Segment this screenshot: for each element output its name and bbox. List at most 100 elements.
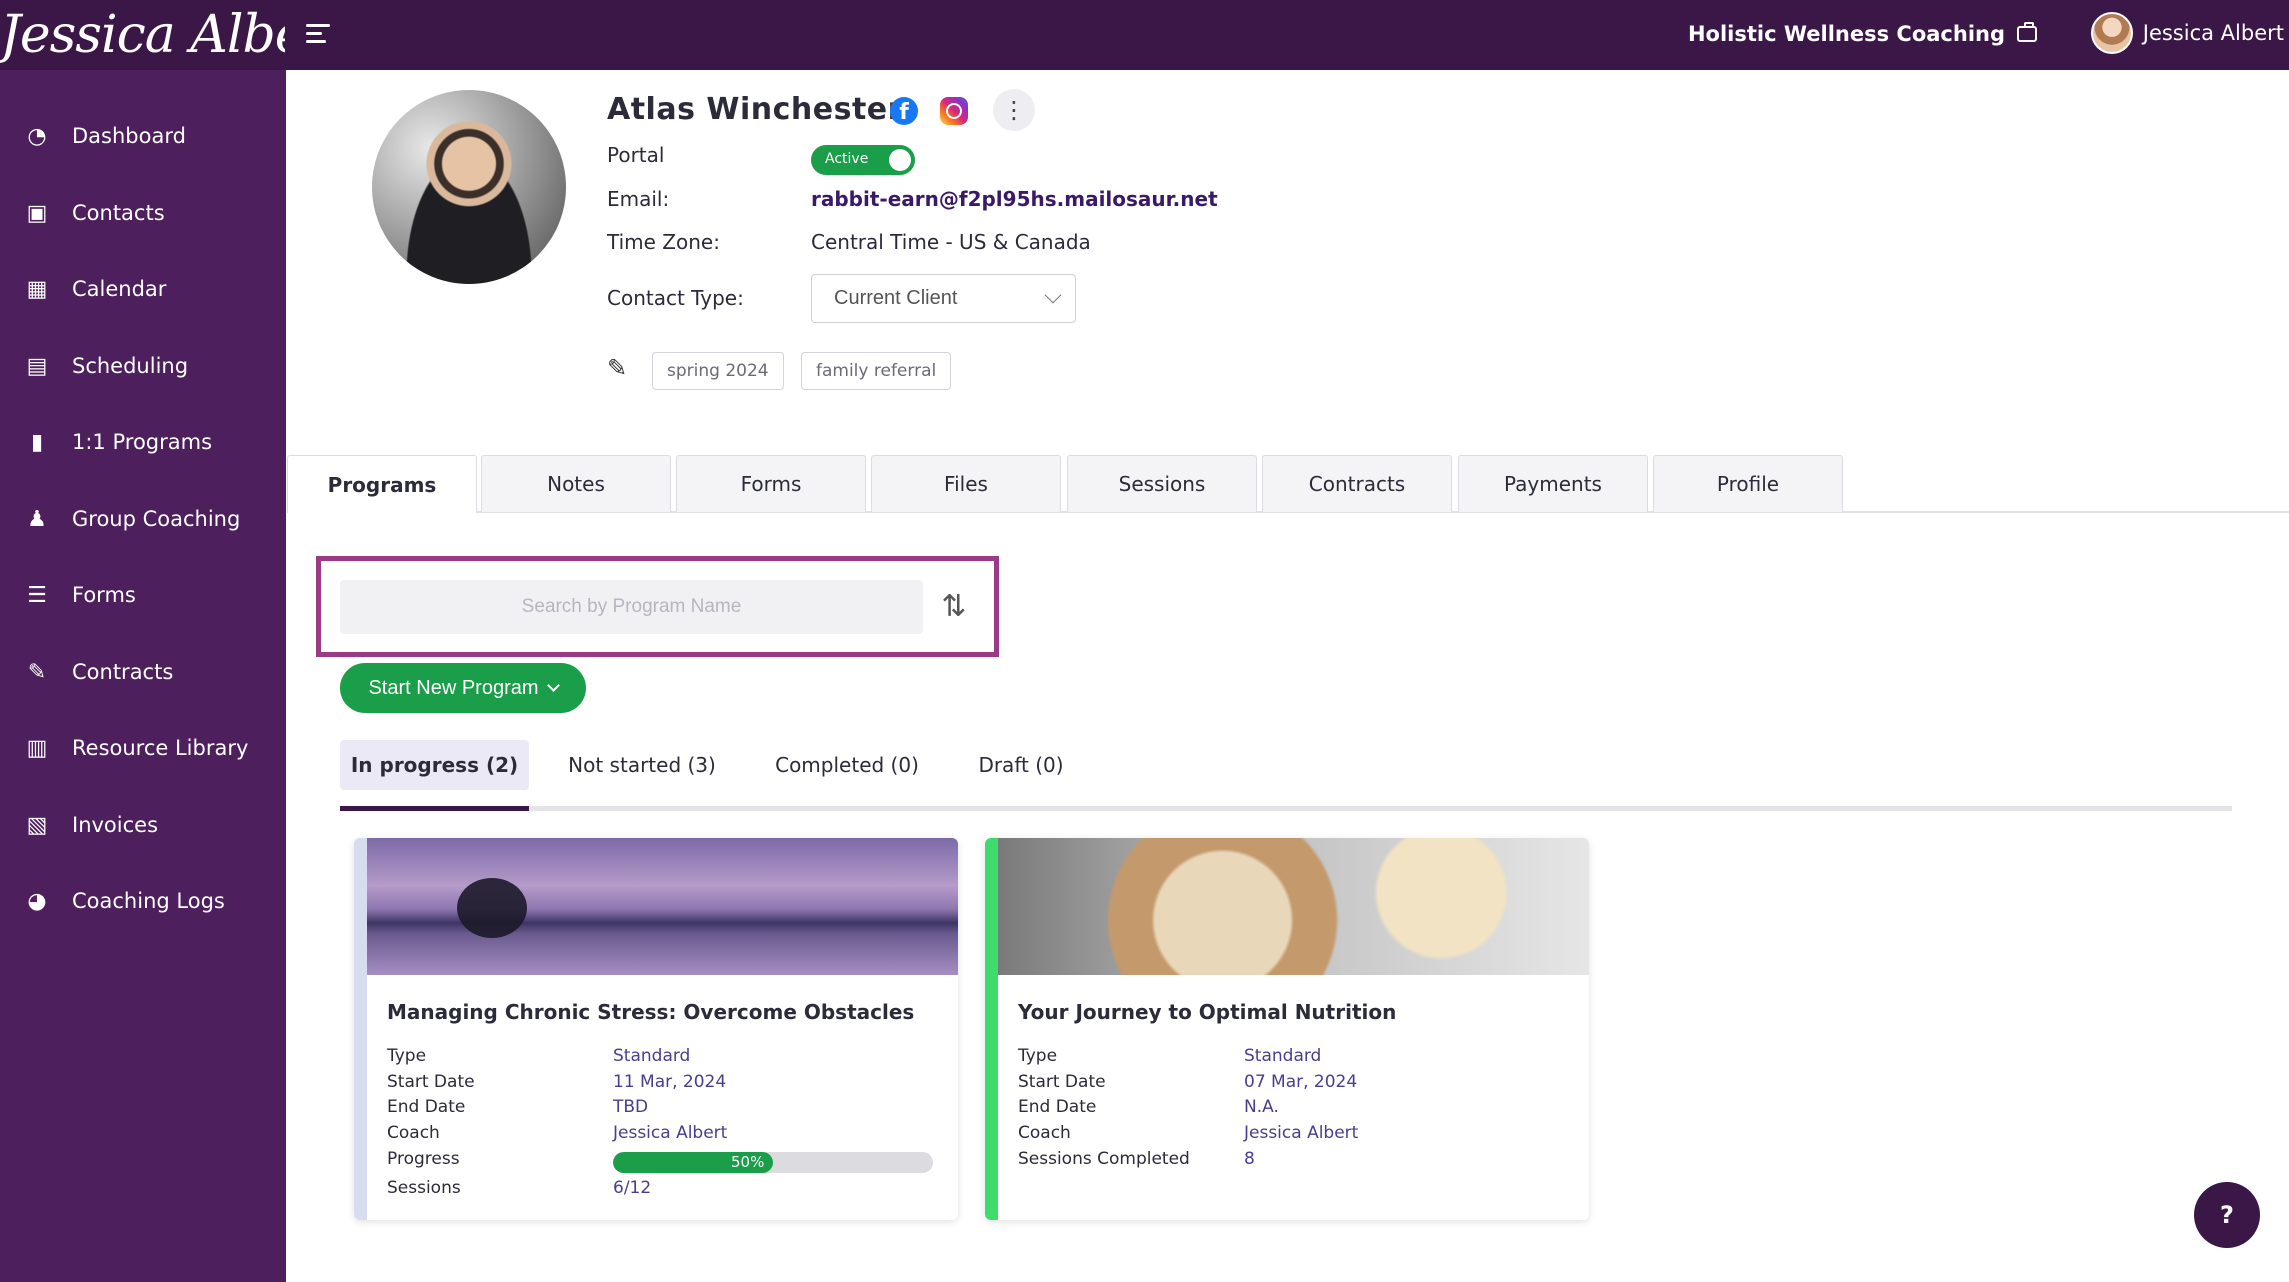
sidebar-item-invoices[interactable]: ▧ Invoices <box>0 797 286 853</box>
tab-payments[interactable]: Payments <box>1458 455 1648 512</box>
sidebar-item-contacts[interactable]: ▣ Contacts <box>0 185 286 241</box>
user-menu[interactable]: Jessica Albert <box>2090 12 2284 54</box>
contact-type-select[interactable]: Current Client <box>811 274 1076 323</box>
sidebar-item-group-coaching[interactable]: ♟ Group Coaching <box>0 491 286 547</box>
tab-forms[interactable]: Forms <box>676 455 866 512</box>
facebook-icon[interactable]: f <box>890 97 918 125</box>
toggle-knob <box>889 149 911 171</box>
chevron-down-icon <box>546 679 560 692</box>
timezone-value: Central Time - US & Canada <box>811 230 1091 254</box>
invoice-icon: ▧ <box>26 812 48 838</box>
business-name: Holistic Wellness Coaching <box>1687 22 2005 46</box>
business-switcher[interactable]: Holistic Wellness Coaching <box>1688 22 2037 46</box>
more-options-icon[interactable]: ⋮ <box>993 89 1035 131</box>
tab-files[interactable]: Files <box>871 455 1061 512</box>
sidebar-item-label: 1:1 Programs <box>72 430 213 454</box>
sidebar-item-label: Group Coaching <box>72 507 241 531</box>
start-date-value: 11 Mar, 2024 <box>613 1072 727 1092</box>
portal-status: Active <box>825 151 869 167</box>
sidebar-item-calendar[interactable]: ▦ Calendar <box>0 261 286 317</box>
contact-name: Atlas Winchester <box>607 92 903 127</box>
start-new-program-button[interactable]: Start New Program <box>340 663 586 713</box>
sidebar-item-label: Forms <box>72 583 136 607</box>
sidebar-item-label: Contacts <box>72 201 165 225</box>
calendar-icon: ▦ <box>26 276 48 302</box>
contact-avatar <box>372 90 566 284</box>
library-icon: ▥ <box>26 735 48 761</box>
sidebar-item-label: Coaching Logs <box>72 889 225 913</box>
end-date-label: End Date <box>1018 1097 1097 1117</box>
tab-profile[interactable]: Profile <box>1653 455 1843 512</box>
user-name: Jessica Albert <box>2142 21 2284 45</box>
dashboard-icon: ◔ <box>27 123 47 149</box>
program-title: Managing Chronic Stress: Overcome Obstac… <box>387 1000 915 1024</box>
program-cover-image <box>998 838 1589 975</box>
sessions-completed-label: Sessions Completed <box>1018 1149 1190 1169</box>
end-date-label: End Date <box>387 1097 466 1117</box>
sidebar-item-label: Invoices <box>72 813 159 837</box>
subtab-in-progress[interactable]: In progress (2) <box>340 740 529 790</box>
program-card[interactable]: Your Journey to Optimal Nutrition Type S… <box>985 838 1589 1220</box>
tag-chip: spring 2024 <box>652 352 784 390</box>
sidebar-item-coaching-logs[interactable]: ◕ Coaching Logs <box>0 873 286 929</box>
start-date-value: 07 Mar, 2024 <box>1244 1072 1358 1092</box>
email-value[interactable]: rabbit-earn@f2pl95hs.mailosaur.net <box>811 187 1218 211</box>
sidebar-item-forms[interactable]: ☰ Forms <box>0 567 286 623</box>
group-icon: ♟ <box>27 506 47 532</box>
end-date-value: TBD <box>613 1097 649 1117</box>
tab-contracts[interactable]: Contracts <box>1262 455 1452 512</box>
contact-type-value: Current Client <box>834 287 958 309</box>
sessions-label: Sessions <box>387 1178 461 1198</box>
progress-text: 50% <box>731 1153 765 1171</box>
forms-icon: ☰ <box>27 582 47 608</box>
contract-icon: ✎ <box>27 659 47 685</box>
sidebar-item-resource-library[interactable]: ▥ Resource Library <box>0 720 286 776</box>
coach-value: Jessica Albert <box>613 1123 728 1143</box>
start-date-label: Start Date <box>1018 1072 1106 1092</box>
user-avatar <box>2090 12 2133 54</box>
sidebar-item-programs[interactable]: ▮ 1:1 Programs <box>0 414 286 470</box>
portal-toggle[interactable]: Active <box>811 145 915 175</box>
tab-programs[interactable]: Programs <box>287 455 477 513</box>
start-date-label: Start Date <box>387 1072 475 1092</box>
type-value: Standard <box>1244 1046 1322 1066</box>
brand-logo[interactable]: Jessica Albert <box>0 2 285 68</box>
tab-sessions[interactable]: Sessions <box>1067 455 1257 512</box>
sidebar-item-scheduling[interactable]: ▤ Scheduling <box>0 338 286 394</box>
portal-label: Portal <box>607 143 665 167</box>
edit-tags-icon[interactable]: ✎ <box>607 356 631 380</box>
instagram-icon[interactable] <box>940 97 968 125</box>
subtabs-track <box>340 806 2232 811</box>
contacts-icon: ▣ <box>26 200 48 226</box>
top-bar: Jessica Albert Holistic Wellness Coachin… <box>0 0 2289 70</box>
start-new-program-label: Start New Program <box>368 676 539 699</box>
email-label: Email: <box>607 187 670 211</box>
subtab-active-indicator <box>340 806 529 811</box>
sidebar-item-label: Resource Library <box>72 736 249 760</box>
sessions-completed-value: 8 <box>1244 1149 1255 1169</box>
type-value: Standard <box>613 1046 691 1066</box>
card-accent-bar <box>985 838 998 1220</box>
sidebar-item-label: Calendar <box>72 277 167 301</box>
coach-value: Jessica Albert <box>1244 1123 1359 1143</box>
sidebar-item-label: Contracts <box>72 660 174 684</box>
type-label: Type <box>387 1046 427 1066</box>
program-card[interactable]: Managing Chronic Stress: Overcome Obstac… <box>354 838 958 1220</box>
type-label: Type <box>1018 1046 1058 1066</box>
scheduling-icon: ▤ <box>26 353 48 379</box>
subtab-not-started[interactable]: Not started (3) <box>549 740 735 790</box>
help-button[interactable]: ? <box>2194 1182 2260 1248</box>
clock-icon: ◕ <box>27 888 47 914</box>
tab-notes[interactable]: Notes <box>481 455 671 512</box>
chevron-down-icon <box>1044 286 1062 304</box>
progress-label: Progress <box>387 1149 460 1169</box>
timezone-label: Time Zone: <box>607 230 720 254</box>
subtab-completed[interactable]: Completed (0) <box>755 740 939 790</box>
coach-label: Coach <box>1018 1123 1071 1143</box>
sort-icon[interactable]: ⇅ <box>937 588 971 626</box>
menu-toggle-icon[interactable] <box>306 24 330 46</box>
program-search-input[interactable] <box>340 580 923 634</box>
sidebar-item-dashboard[interactable]: ◔ Dashboard <box>0 108 286 164</box>
subtab-draft[interactable]: Draft (0) <box>959 740 1083 790</box>
sidebar-item-contracts[interactable]: ✎ Contracts <box>0 644 286 700</box>
